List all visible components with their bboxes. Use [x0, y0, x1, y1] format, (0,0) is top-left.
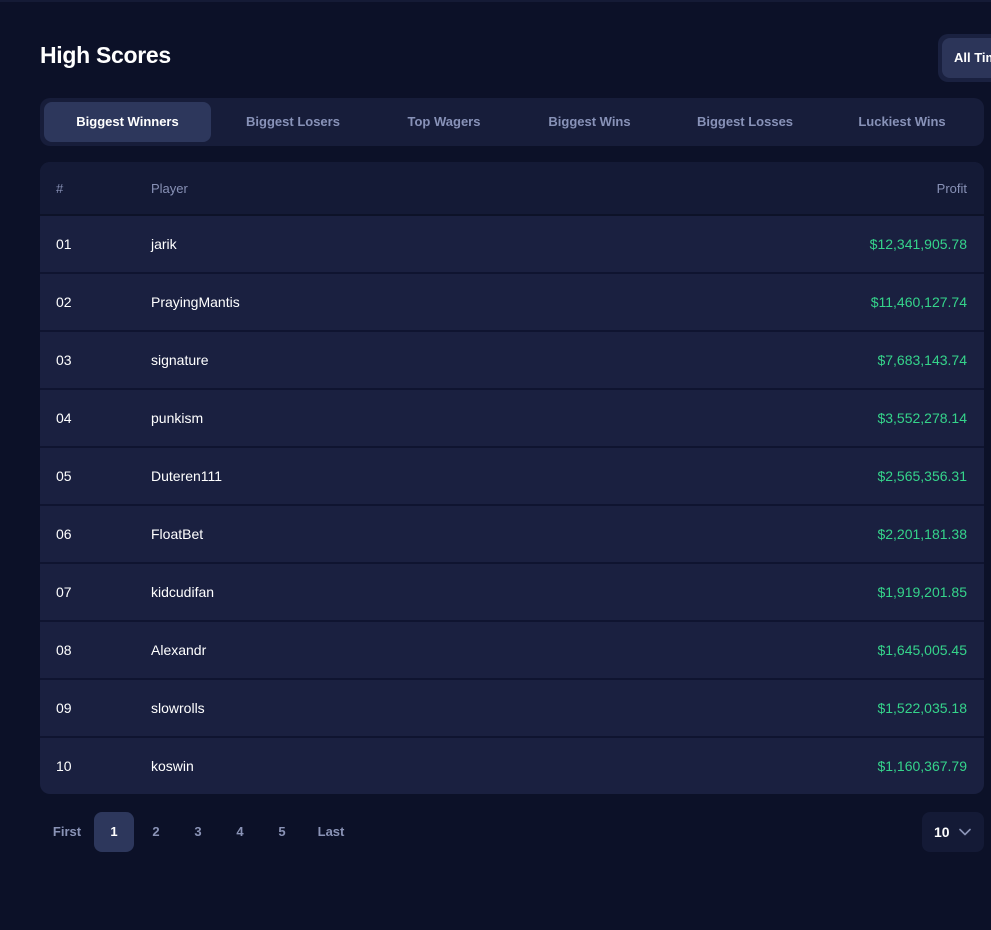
rank-cell: 01 [56, 236, 72, 252]
pagination: First 1 2 3 4 5 Last [40, 812, 356, 852]
player-cell[interactable]: kidcudifan [151, 584, 684, 600]
tab-luckiest-wins[interactable]: Luckiest Wins [824, 102, 980, 142]
profit-cell: $1,160,367.79 [877, 758, 967, 774]
table-row: 07 kidcudifan $1,919,201.85 [40, 564, 984, 622]
table-row: 06 FloatBet $2,201,181.38 [40, 506, 984, 564]
rows-per-page-value: 10 [934, 824, 950, 840]
table-row: 05 Duteren111 $2,565,356.31 [40, 448, 984, 506]
table-row: 09 slowrolls $1,522,035.18 [40, 680, 984, 738]
profit-cell: $2,565,356.31 [877, 468, 967, 484]
player-cell[interactable]: FloatBet [151, 526, 684, 542]
column-header-player: Player [151, 180, 188, 196]
tab-top-wagers[interactable]: Top Wagers [375, 102, 513, 142]
high-scores-table: # Player Profit 01 jarik $12,341,905.78 … [40, 162, 984, 794]
profit-cell: $11,460,127.74 [870, 294, 967, 310]
player-cell[interactable]: punkism [151, 410, 684, 426]
rank-cell: 07 [56, 584, 72, 600]
player-cell[interactable]: jarik [151, 236, 684, 252]
player-cell[interactable]: Alexandr [151, 642, 684, 658]
leaderboard-tabs: Biggest Winners Biggest Losers Top Wager… [40, 98, 984, 146]
rank-cell: 09 [56, 700, 72, 716]
profit-cell: $1,919,201.85 [877, 584, 967, 600]
pagination-page-4[interactable]: 4 [220, 812, 260, 852]
table-row: 04 punkism $3,552,278.14 [40, 390, 984, 448]
pagination-page-2[interactable]: 2 [136, 812, 176, 852]
pagination-first-button[interactable]: First [40, 812, 94, 852]
profit-cell: $1,522,035.18 [877, 700, 967, 716]
pagination-last-button[interactable]: Last [306, 812, 356, 852]
table-row: 03 signature $7,683,143.74 [40, 332, 984, 390]
profit-cell: $12,341,905.78 [869, 236, 967, 252]
player-cell[interactable]: Duteren111 [151, 468, 684, 484]
player-cell[interactable]: slowrolls [151, 700, 684, 716]
profit-cell: $7,683,143.74 [877, 352, 967, 368]
table-row: 10 koswin $1,160,367.79 [40, 738, 984, 794]
tab-biggest-losers[interactable]: Biggest Losers [211, 102, 375, 142]
rows-per-page-select[interactable]: 10 [922, 812, 984, 852]
pagination-page-1[interactable]: 1 [94, 812, 134, 852]
pagination-page-3[interactable]: 3 [178, 812, 218, 852]
rank-cell: 05 [56, 468, 72, 484]
table-row: 08 Alexandr $1,645,005.45 [40, 622, 984, 680]
tab-biggest-winners[interactable]: Biggest Winners [44, 102, 211, 142]
tab-biggest-losses[interactable]: Biggest Losses [666, 102, 824, 142]
rank-cell: 03 [56, 352, 72, 368]
rank-cell: 02 [56, 294, 72, 310]
pagination-page-5[interactable]: 5 [262, 812, 302, 852]
table-row: 02 PrayingMantis $11,460,127.74 [40, 274, 984, 332]
rank-cell: 04 [56, 410, 72, 426]
player-cell[interactable]: PrayingMantis [151, 294, 684, 310]
rank-cell: 10 [56, 758, 72, 774]
timeframe-button[interactable]: All Time [942, 38, 991, 78]
chevron-down-icon [958, 828, 971, 836]
rank-cell: 08 [56, 642, 72, 658]
column-header-rank: # [56, 180, 64, 196]
tab-biggest-wins[interactable]: Biggest Wins [513, 102, 666, 142]
profit-cell: $2,201,181.38 [877, 526, 967, 542]
table-header: # Player Profit [40, 162, 984, 216]
table-row: 01 jarik $12,341,905.78 [40, 216, 984, 274]
top-divider [0, 0, 991, 2]
page-title: High Scores [40, 42, 171, 68]
column-header-profit: Profit [936, 180, 967, 196]
profit-cell: $1,645,005.45 [877, 642, 967, 658]
player-cell[interactable]: signature [151, 352, 684, 368]
profit-cell: $3,552,278.14 [877, 410, 967, 426]
player-cell[interactable]: koswin [151, 758, 684, 774]
timeframe-selector: All Time [938, 34, 991, 82]
rank-cell: 06 [56, 526, 72, 542]
